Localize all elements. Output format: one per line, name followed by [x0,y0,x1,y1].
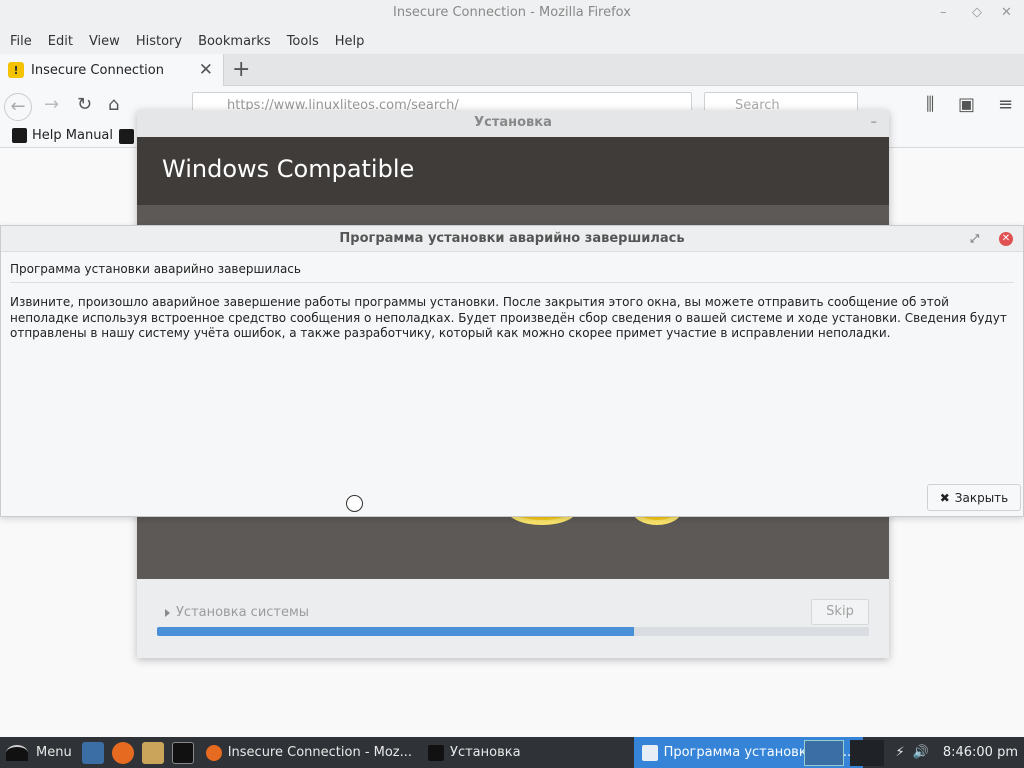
menu-file[interactable]: File [2,34,40,49]
bookmark-help-manual[interactable]: Help Manual [12,128,113,143]
home-icon[interactable]: ⌂ [108,94,119,115]
minimize-icon[interactable]: – [871,110,878,136]
hamburger-menu-icon[interactable]: ≡ [998,94,1013,115]
workspace-switcher-icon[interactable] [803,739,844,766]
system-tray: ⚡ 🔊 8:46:00 pm [803,737,1024,768]
network-icon[interactable]: ⚡ [896,745,905,760]
dialog-heading: Программа установки аварийно завершилась [10,262,301,276]
library-icon[interactable]: ⫼ [926,94,934,115]
menu-history[interactable]: History [128,34,190,49]
restore-icon[interactable]: ⤢ [970,226,979,252]
linux-lite-icon [12,128,27,143]
firefox-titlebar: Insecure Connection - Mozilla Firefox – … [0,0,1024,28]
sidebar-icon[interactable]: ▣ [958,94,975,115]
start-menu-button[interactable]: Menu [0,737,78,768]
close-button[interactable]: ✖ Закрыть [927,484,1021,511]
bookmark-icon[interactable] [119,129,134,144]
skip-button[interactable]: Skip [811,599,869,625]
desktop-icon[interactable] [81,741,104,764]
installer-icon [428,744,445,761]
install-progress-bar [157,627,869,636]
tab-title: Insecure Connection [31,62,164,78]
menu-bookmarks[interactable]: Bookmarks [190,34,279,49]
warning-icon: ! [8,62,24,78]
forward-icon[interactable]: → [44,94,59,115]
progress-fill [157,627,635,636]
linux-lite-logo-icon [6,744,28,761]
bookmark-label: Help Manual [32,128,114,143]
installer-titlebar: Установка – [137,110,889,137]
taskbar: Menu Insecure Connection - Moz... Устано… [0,737,1024,768]
file-manager-icon[interactable] [141,741,164,764]
minimize-icon[interactable]: – [940,0,947,26]
installer-footer: Установка системы Skip [137,579,889,658]
window-icon [641,744,658,761]
menu-label: Menu [36,745,72,760]
separator [10,282,1014,283]
dialog-message: Извините, произошло аварийное завершение… [10,295,1007,340]
menu-tools[interactable]: Tools [279,34,327,49]
tab-bar: ! Insecure Connection ✕ + [0,54,1024,86]
reload-icon[interactable]: ↻ [77,94,92,115]
window-title: Insecure Connection - Mozilla Firefox [393,5,631,20]
stage-label: Установка системы [176,605,310,620]
dialog-title: Программа установки аварийно завершилась [339,231,685,246]
tab-insecure-connection[interactable]: ! Insecure Connection ✕ [0,54,224,86]
maximize-icon[interactable]: ◇ [972,0,982,26]
task-label: Insecure Connection - Moz... [227,745,413,760]
terminal-icon[interactable] [171,741,194,764]
tab-close-icon[interactable]: ✕ [199,60,213,80]
close-button-label: Закрыть [954,490,1009,505]
task-firefox[interactable]: Insecure Connection - Moz... [198,737,420,768]
menu-help[interactable]: Help [327,34,373,49]
slide-header: Windows Compatible [137,137,889,205]
new-tab-icon[interactable]: + [232,57,250,82]
expander-arrow-icon [165,608,170,617]
installer-title: Установка [474,115,552,130]
workspace-2-icon[interactable] [849,739,884,766]
task-installer[interactable]: Установка [420,737,529,768]
menubar: File Edit View History Bookmarks Tools H… [0,28,1024,54]
back-icon[interactable]: ← [4,93,32,121]
close-icon[interactable]: ✕ [1001,0,1012,26]
close-x-icon: ✖ [939,490,950,505]
menu-view[interactable]: View [81,34,128,49]
stage-expander[interactable]: Установка системы [165,605,309,620]
dialog-titlebar: Программа установки аварийно завершилась… [1,226,1023,252]
dialog-close-icon[interactable]: ✕ [999,232,1013,246]
menu-edit[interactable]: Edit [40,34,81,49]
volume-icon[interactable]: 🔊 [913,745,929,760]
busy-cursor-icon [346,495,363,512]
firefox-launcher-icon[interactable] [111,741,134,764]
clock[interactable]: 8:46:00 pm [933,745,1024,760]
task-label: Установка [450,745,521,760]
crash-dialog: Программа установки аварийно завершилась… [0,225,1024,517]
firefox-icon [205,744,222,761]
